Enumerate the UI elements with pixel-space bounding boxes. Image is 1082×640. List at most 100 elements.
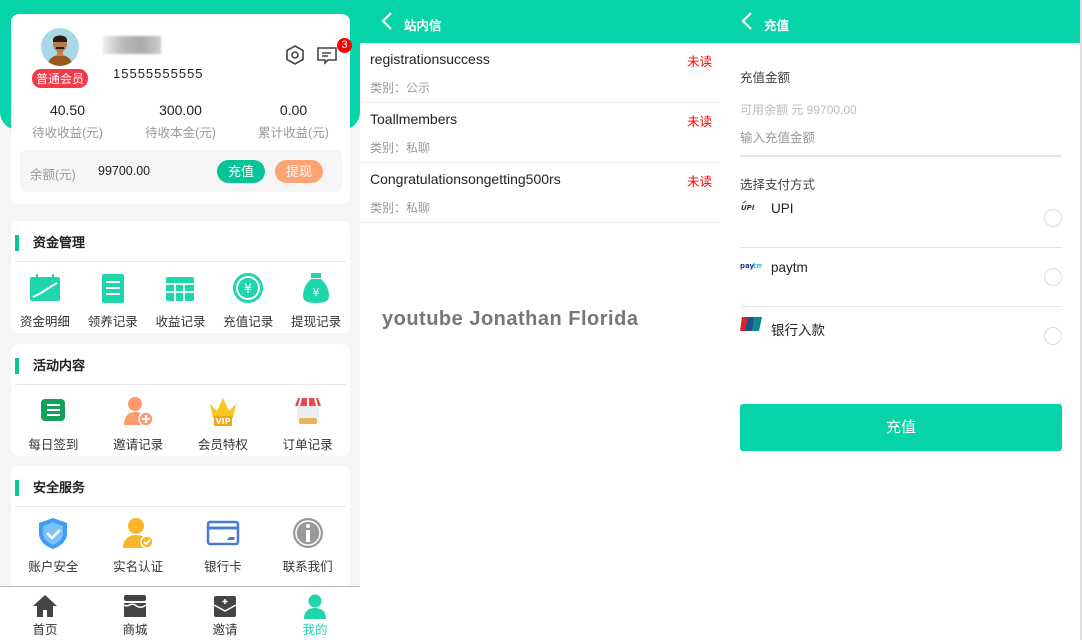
upi-icon: UPI	[741, 200, 755, 212]
message-count-badge: 3	[337, 38, 352, 53]
username-blurred	[103, 36, 161, 54]
item-label: 邀请记录	[113, 438, 164, 452]
list-icon	[41, 399, 66, 421]
watermark: youtube Jonathan Florida	[382, 308, 639, 330]
user-icon	[304, 594, 326, 619]
funds-section: 资金管理 资金明细 领养记录 收益记录 ¥ 充值记录 ¥ 提现记录	[11, 221, 350, 333]
message-category: 类别：私聊	[370, 201, 431, 215]
daily-checkin[interactable]: 每日签到	[11, 394, 96, 453]
available-balance: 可用余额 元 99700.00	[740, 103, 857, 117]
stat-label: 累计收益(元)	[258, 126, 329, 140]
store-icon	[123, 595, 147, 617]
radio-button[interactable]	[1044, 327, 1062, 345]
recharge-submit-button[interactable]: 充值	[740, 404, 1062, 451]
stats-row: 40.50 待收收益(元) 300.00 待收本金(元) 0.00 累计收益(元)	[11, 102, 350, 141]
shop-icon	[294, 397, 321, 424]
clipboard-list-icon	[101, 274, 124, 303]
nav-label: 首页	[32, 623, 58, 637]
recharge-pane: 充值 充值金额 可用余额 元 99700.00 选择支付方式 UPI UPI p…	[720, 0, 1082, 640]
unionpay-icon	[740, 317, 762, 331]
message-item[interactable]: Toallmembers 未读 类别：私聊	[360, 103, 720, 163]
unread-status: 未读	[686, 55, 712, 69]
stat-value: 300.00	[159, 102, 202, 118]
chart-calendar-icon	[29, 274, 60, 301]
bank-card[interactable]: 银行卡	[181, 516, 266, 575]
item-label: 充值记录	[223, 315, 274, 329]
home-icon	[33, 595, 57, 617]
messages-pane: 站内信 registrationsuccess 未读类别：公示 Toallmemb…	[360, 0, 720, 640]
item-label: 联系我们	[282, 560, 333, 574]
item-label: 账户安全	[28, 560, 79, 574]
item-label: 领养记录	[87, 315, 138, 329]
recharge-records[interactable]: ¥ 充值记录	[214, 271, 282, 330]
calendar-icon	[166, 277, 195, 301]
nav-store[interactable]: 商城	[90, 587, 180, 640]
stat-label: 待收收益(元)	[32, 126, 103, 140]
activity-section: 活动内容 每日签到 邀请记录 VIP 会员特权 订单记录	[11, 344, 350, 456]
withdraw-button[interactable]: 提现	[275, 160, 323, 183]
nav-invite[interactable]: 邀请	[180, 587, 270, 640]
divider	[15, 384, 346, 385]
message-title: Toallmembers	[370, 111, 458, 127]
section-title: 资金管理	[15, 235, 85, 251]
user-card: 普通会员 15555555555 3 40.50 待收收益(元) 300.00 待收…	[11, 14, 352, 204]
credit-card-icon	[206, 520, 240, 546]
avatar[interactable]	[41, 28, 79, 66]
svg-text:¥: ¥	[313, 286, 320, 299]
envelope-icon	[213, 596, 237, 617]
contact-us[interactable]: 联系我们	[265, 516, 350, 575]
order-records[interactable]: 订单记录	[265, 394, 350, 453]
vip-crown-icon: VIP	[209, 398, 236, 426]
nav-label: 我的	[302, 623, 328, 637]
item-label: 资金明细	[19, 315, 70, 329]
payment-option-bank[interactable]: 银行入款	[740, 307, 1062, 366]
method-name: UPI	[771, 201, 794, 216]
radio-button[interactable]	[1044, 209, 1062, 227]
money-bag-icon: ¥	[303, 273, 330, 303]
svg-text:UPI: UPI	[741, 204, 755, 212]
add-user-icon	[124, 397, 154, 427]
real-name-verification[interactable]: 实名认证	[96, 516, 181, 575]
payment-option-paytm[interactable]: paytm paytm	[740, 248, 1062, 307]
nav-home[interactable]: 首页	[0, 587, 90, 640]
message-title: registrationsuccess	[370, 51, 490, 67]
profile-pane: 普通会员 15555555555 3 40.50 待收收益(元) 300.00 待收…	[0, 0, 360, 640]
phone-number: 15555555555	[113, 66, 204, 81]
member-privileges[interactable]: VIP 会员特权	[181, 394, 266, 453]
recharge-button[interactable]: 充值	[217, 160, 265, 183]
item-label: 每日签到	[28, 438, 79, 452]
message-category: 类别：私聊	[370, 141, 431, 155]
nav-mine[interactable]: 我的	[270, 587, 360, 640]
adoption-records[interactable]: 领养记录	[79, 271, 147, 330]
account-security[interactable]: 账户安全	[11, 516, 96, 575]
settings-icon[interactable]	[285, 45, 305, 65]
yen-coin-icon: ¥	[233, 273, 264, 303]
message-item[interactable]: Congratulationsongetting500rs 未读 类别：私聊	[360, 163, 720, 223]
income-records[interactable]: 收益记录	[147, 271, 215, 330]
withdraw-records[interactable]: ¥ 提现记录	[282, 271, 350, 330]
svg-text:¥: ¥	[244, 282, 252, 297]
method-name: paytm	[771, 260, 808, 275]
stat-total-income: 0.00 累计收益(元)	[237, 102, 350, 141]
method-name: 银行入款	[771, 323, 825, 338]
messages-header: 站内信	[360, 0, 720, 43]
payment-option-upi[interactable]: UPI UPI	[740, 189, 1062, 248]
radio-button[interactable]	[1044, 268, 1062, 286]
amount-input[interactable]	[740, 128, 1062, 157]
divider	[15, 506, 346, 507]
message-icon[interactable]	[316, 44, 338, 66]
back-icon[interactable]	[380, 11, 396, 31]
stat-label: 待收本金(元)	[145, 126, 216, 140]
message-category: 类别：公示	[370, 81, 431, 95]
divider	[15, 261, 346, 262]
back-icon[interactable]	[740, 11, 756, 31]
funds-details[interactable]: 资金明细	[11, 271, 79, 330]
page-title: 充值	[764, 19, 790, 33]
stat-pending-principal: 300.00 待收本金(元)	[124, 102, 237, 141]
message-item[interactable]: registrationsuccess 未读类别：公示	[360, 43, 720, 103]
balance-box: 余额(元) 99700.00 充值 提现	[20, 150, 342, 192]
invite-records[interactable]: 邀请记录	[96, 394, 181, 453]
amount-label: 充值金额	[740, 71, 791, 85]
stat-pending-income: 40.50 待收收益(元)	[11, 102, 124, 141]
item-label: 提现记录	[291, 315, 342, 329]
